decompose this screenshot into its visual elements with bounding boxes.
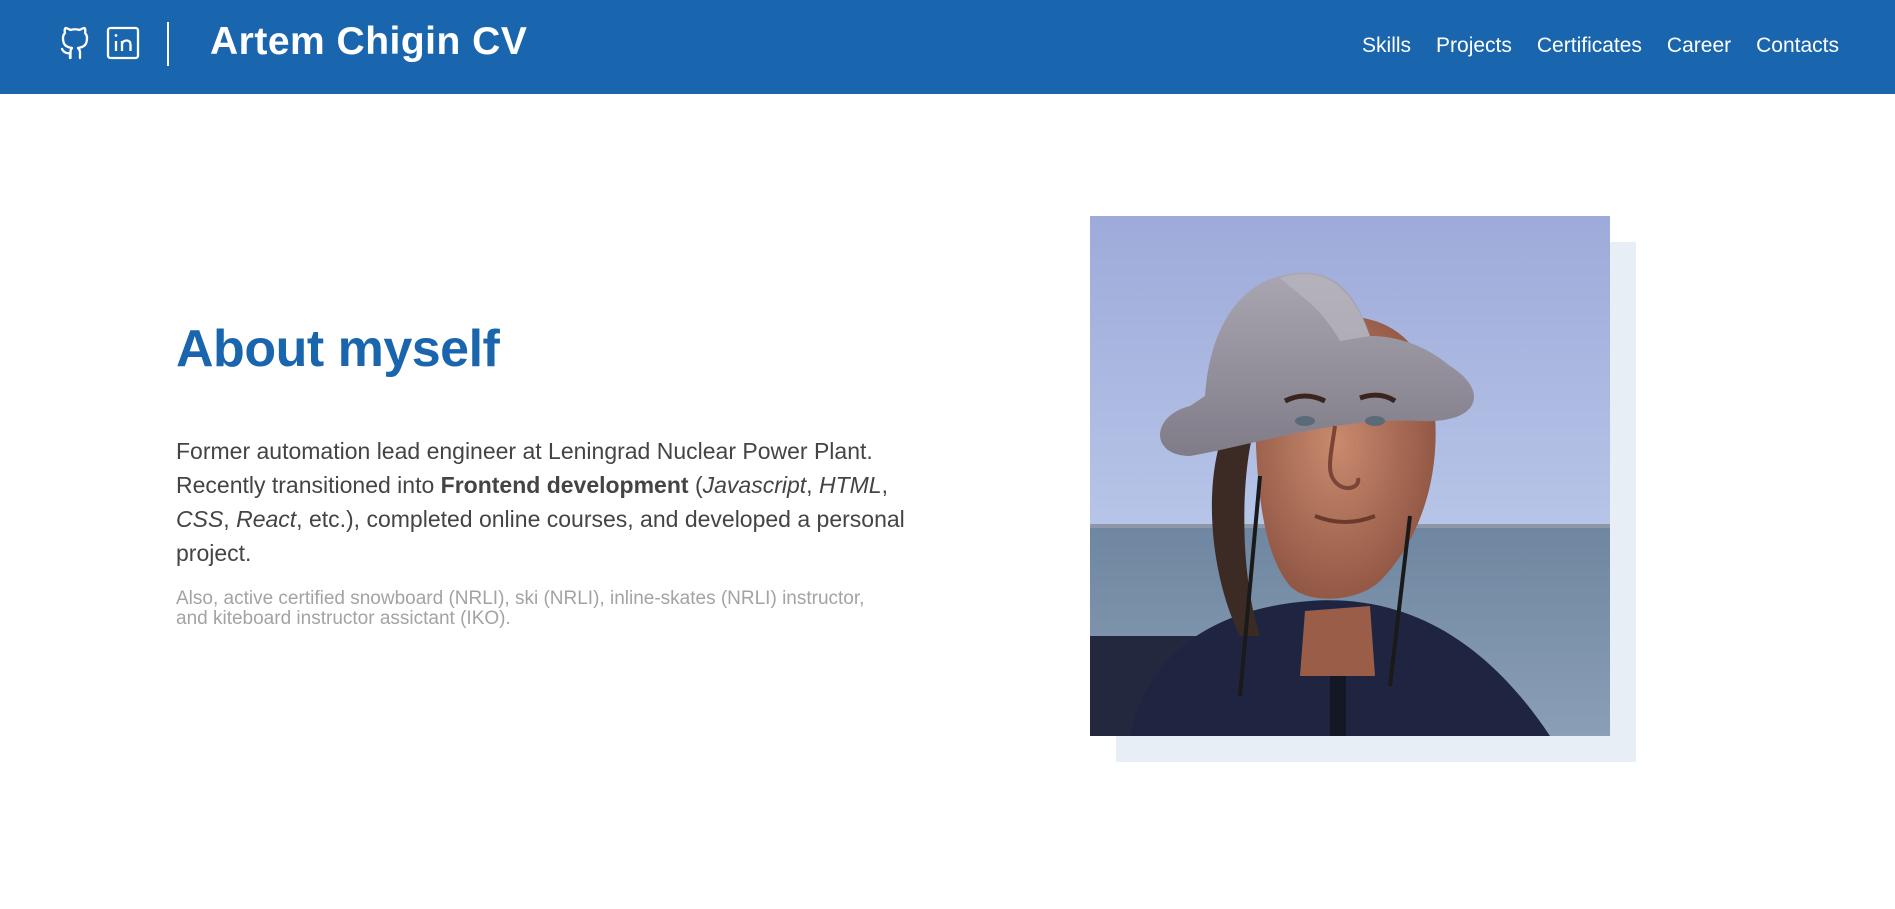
linkedin-icon: [106, 26, 140, 60]
site-title[interactable]: Artem Chigin CV: [210, 18, 527, 66]
about-description: Former automation lead engineer at Lenin…: [176, 434, 921, 570]
separator: ,: [806, 472, 819, 498]
nav-contacts[interactable]: Contacts: [1756, 33, 1839, 59]
frontend-highlight: Frontend development: [440, 472, 689, 498]
social-links: [56, 24, 142, 62]
nav-career[interactable]: Career: [1667, 33, 1731, 59]
about-note: Also, active certified snowboard (NRLI),…: [176, 588, 865, 629]
github-icon: [60, 26, 89, 60]
portrait-photo: [1090, 216, 1610, 736]
nav-projects[interactable]: Projects: [1436, 33, 1512, 59]
portrait-illustration: [1090, 216, 1610, 736]
tech-css: CSS: [176, 506, 224, 532]
about-line-2-prefix: Recently transitioned into: [176, 472, 441, 498]
paren-open: (: [688, 472, 703, 498]
tech-react: React: [236, 506, 297, 532]
about-line-1: Former automation lead engineer at Lenin…: [176, 438, 873, 464]
main-nav: Skills Projects Certificates Career Cont…: [1362, 33, 1839, 59]
separator: ,: [881, 472, 888, 498]
github-link[interactable]: [56, 24, 94, 62]
nav-skills[interactable]: Skills: [1362, 33, 1411, 59]
nav-certificates[interactable]: Certificates: [1537, 33, 1642, 59]
about-title: About myself: [176, 320, 500, 378]
tech-javascript: Javascript: [702, 472, 807, 498]
header-divider: [167, 22, 169, 66]
site-header: Artem Chigin CV Skills Projects Certific…: [0, 0, 1895, 94]
linkedin-link[interactable]: [104, 24, 142, 62]
tech-html: HTML: [818, 472, 882, 498]
separator: ,: [223, 506, 237, 532]
